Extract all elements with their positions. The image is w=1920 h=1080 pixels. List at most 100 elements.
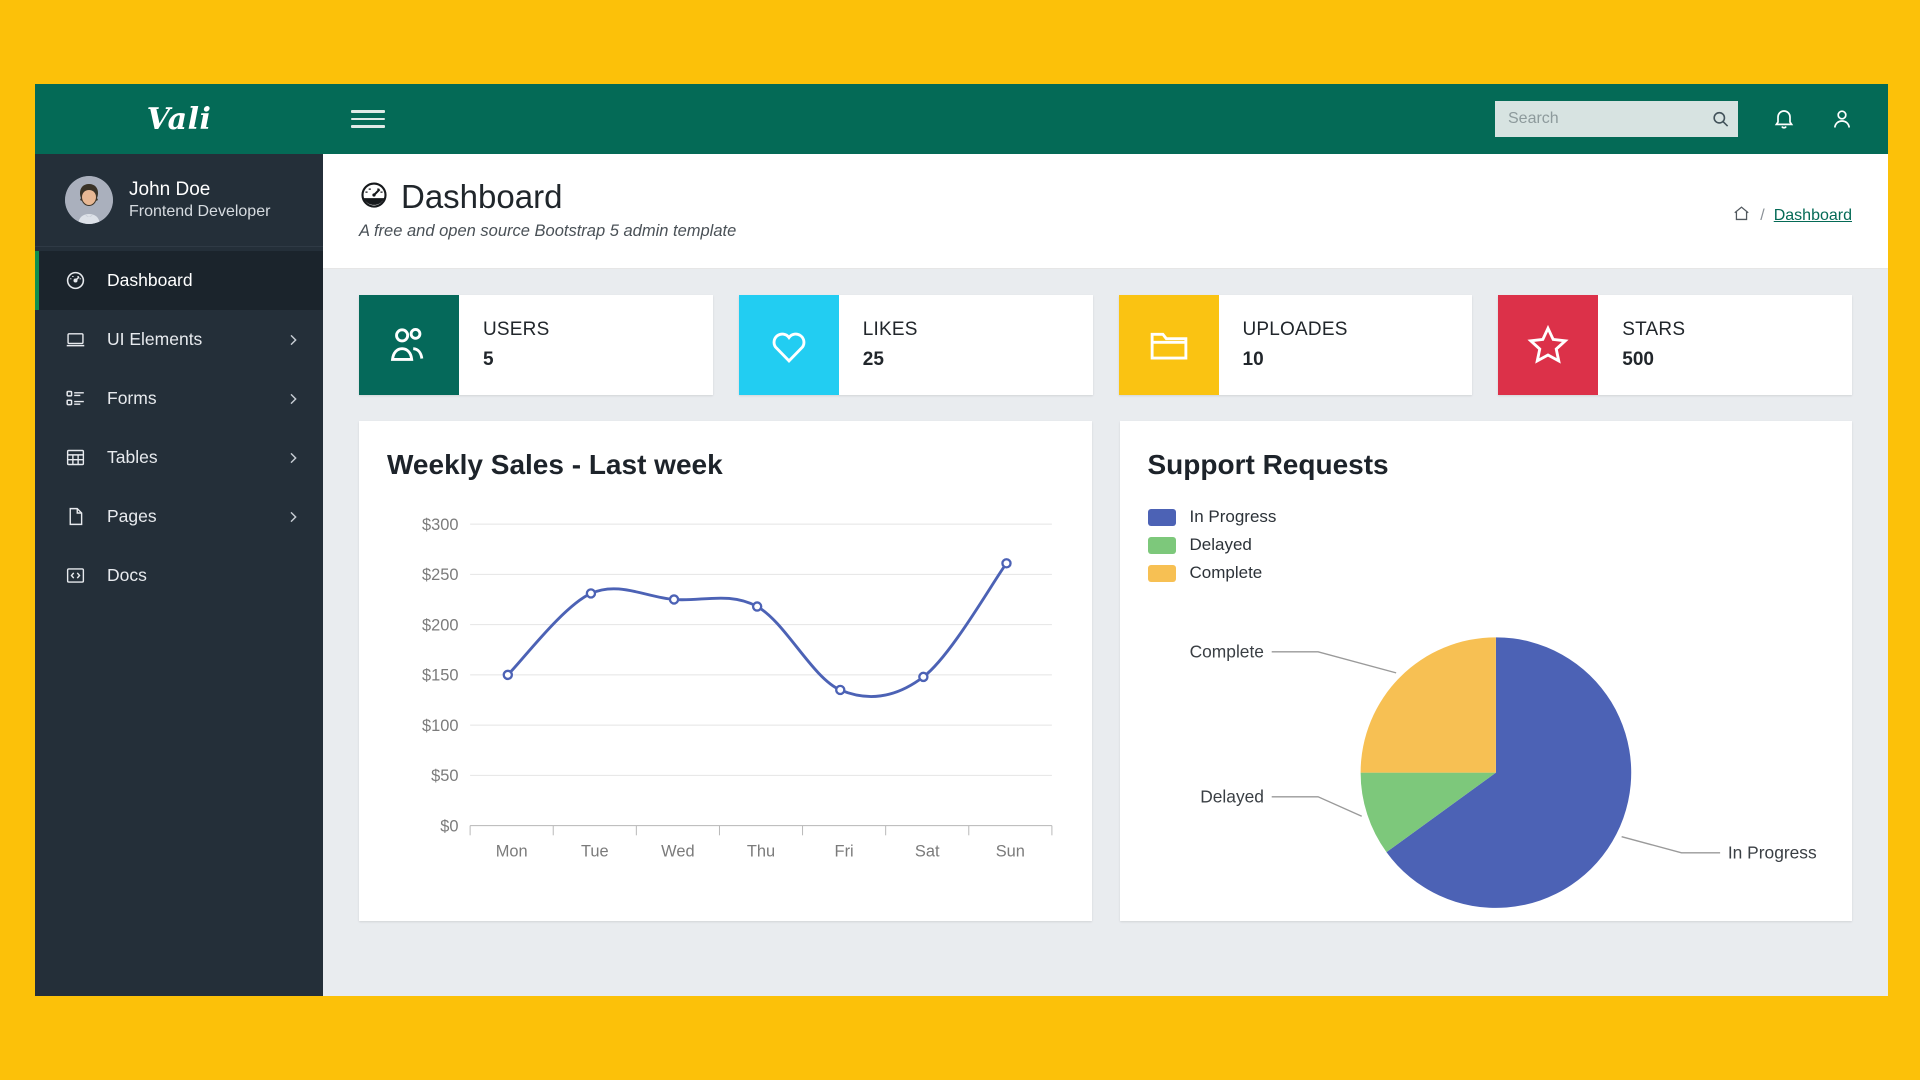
stat-card-stars[interactable]: STARS 500 bbox=[1498, 295, 1852, 395]
search-box bbox=[1495, 101, 1738, 137]
x-axis-tick-label: Sat bbox=[915, 843, 940, 861]
line-data-point[interactable] bbox=[918, 671, 929, 683]
page-subtitle: A free and open source Bootstrap 5 admin… bbox=[359, 222, 737, 240]
sidebar-user-profile[interactable]: John Doe Frontend Developer bbox=[35, 154, 323, 247]
sidebar-nav: Dashboard UI Elements Forms Tables Pages… bbox=[35, 247, 323, 605]
pie-leader-line bbox=[1620, 836, 1720, 854]
line-chart-svg: $0 $50 $100 $150 $200 $250 $300 Mon Tue Wed Thu Fri… bbox=[422, 516, 1053, 861]
y-axis-tick-label: $50 bbox=[431, 767, 458, 785]
breadcrumb: / Dashboard bbox=[1732, 178, 1852, 228]
page-title-row: Dashboard bbox=[359, 178, 736, 216]
legend-swatch bbox=[1147, 536, 1176, 554]
speedometer-icon bbox=[359, 180, 389, 215]
brand-logo[interactable]: Vali bbox=[35, 84, 323, 154]
stat-value: 5 bbox=[483, 349, 494, 370]
sidebar-item-label: Pages bbox=[107, 506, 157, 526]
x-axis-tick-label: Mon bbox=[496, 843, 528, 861]
y-axis-tick-label: $200 bbox=[422, 616, 459, 634]
stat-card-users[interactable]: USERS 5 bbox=[359, 295, 713, 395]
sidebar-item-label: Dashboard bbox=[107, 270, 193, 290]
content-area: USERS 5 LIKES 25 UPLOADES 10 STARS 500 W… bbox=[323, 269, 1888, 996]
hamburger-bar bbox=[351, 110, 385, 113]
legend-item[interactable]: In Progress bbox=[1147, 507, 1825, 527]
stat-value: 10 bbox=[1242, 349, 1264, 370]
breadcrumb-separator: / bbox=[1760, 207, 1765, 224]
chevron-right-icon[interactable] bbox=[285, 450, 301, 466]
user-avatar-photo-icon bbox=[65, 176, 113, 224]
sidebar-item-label: Forms bbox=[107, 388, 157, 408]
y-axis-tick-label: $0 bbox=[440, 817, 458, 835]
home-icon[interactable] bbox=[1732, 204, 1751, 228]
y-axis-tick-label: $100 bbox=[422, 717, 459, 735]
x-axis-tick-label: Sun bbox=[996, 843, 1025, 861]
chevron-right-icon[interactable] bbox=[285, 391, 301, 407]
y-axis-tick-label: $250 bbox=[422, 566, 459, 584]
line-data-point[interactable] bbox=[751, 601, 763, 612]
breadcrumb-current[interactable]: Dashboard bbox=[1774, 207, 1852, 225]
chevron-right-icon[interactable] bbox=[285, 509, 301, 525]
sidebar: Vali John Doe Frontend Developer Dashboa… bbox=[35, 84, 323, 996]
hamburger-icon[interactable] bbox=[351, 102, 385, 136]
app-window: Vali John Doe Frontend Developer Dashboa… bbox=[35, 84, 1888, 996]
search-input[interactable] bbox=[1495, 101, 1738, 137]
pie-chart: In Progress Delayed Complete bbox=[1148, 601, 1825, 944]
y-axis-tick-label: $150 bbox=[422, 667, 459, 685]
code-brackets-icon bbox=[65, 565, 91, 586]
line-data-point[interactable] bbox=[585, 588, 597, 599]
file-icon bbox=[65, 506, 91, 527]
x-axis-tick-label: Wed bbox=[661, 843, 694, 861]
avatar bbox=[65, 176, 113, 224]
search-icon[interactable] bbox=[1711, 110, 1730, 129]
main-area: Dashboard A free and open source Bootstr… bbox=[323, 84, 1888, 996]
line-data-point[interactable] bbox=[502, 669, 514, 681]
star-icon bbox=[1498, 295, 1599, 395]
x-axis-tick-label: Thu bbox=[747, 843, 775, 861]
line-data-point[interactable] bbox=[1001, 558, 1012, 569]
stat-card-uploads[interactable]: UPLOADES 10 bbox=[1118, 295, 1473, 395]
topbar bbox=[323, 84, 1888, 154]
legend-item[interactable]: Delayed bbox=[1147, 535, 1825, 555]
sidebar-item-tables[interactable]: Tables bbox=[35, 428, 323, 487]
sidebar-item-dashboard[interactable]: Dashboard bbox=[35, 251, 323, 310]
stat-card-likes[interactable]: LIKES 25 bbox=[738, 295, 1093, 395]
legend-swatch bbox=[1147, 508, 1176, 526]
page-header-text: Dashboard A free and open source Bootstr… bbox=[359, 178, 736, 241]
user-icon[interactable] bbox=[1830, 107, 1854, 131]
pie-legend: In Progress Delayed Complete bbox=[1147, 507, 1825, 583]
folder-icon bbox=[1118, 295, 1219, 395]
sidebar-item-docs[interactable]: Docs bbox=[35, 546, 323, 605]
legend-label: In Progress bbox=[1189, 507, 1277, 526]
sidebar-item-ui-elements[interactable]: UI Elements bbox=[35, 310, 323, 369]
panel-weekly-sales: Weekly Sales - Last week $0 $50 $100 $150 $2… bbox=[359, 421, 1092, 921]
bell-icon[interactable] bbox=[1772, 107, 1796, 131]
legend-label: Complete bbox=[1189, 563, 1263, 582]
panels: Weekly Sales - Last week $0 $50 $100 $150 $2… bbox=[359, 421, 1852, 921]
panel-title: Weekly Sales - Last week bbox=[387, 449, 723, 480]
pie-leader-line bbox=[1271, 796, 1362, 817]
sidebar-item-pages[interactable]: Pages bbox=[35, 487, 323, 546]
pie-leader-line bbox=[1271, 651, 1396, 674]
sidebar-item-label: Tables bbox=[107, 447, 158, 467]
pie-slice-label: Delayed bbox=[1200, 787, 1264, 807]
panel-support-requests: Support Requests In Progress Delayed Com… bbox=[1119, 421, 1852, 921]
legend-item[interactable]: Complete bbox=[1147, 563, 1825, 583]
stat-label: UPLOADES bbox=[1242, 319, 1348, 340]
sidebar-item-label: UI Elements bbox=[107, 329, 203, 349]
legend-swatch bbox=[1147, 564, 1176, 582]
legend-label: Delayed bbox=[1189, 535, 1252, 554]
chevron-right-icon[interactable] bbox=[285, 332, 301, 348]
sidebar-item-forms[interactable]: Forms bbox=[35, 369, 323, 428]
x-axis-tick-label: Tue bbox=[581, 843, 609, 861]
pie-slice[interactable] bbox=[1360, 637, 1496, 773]
stat-label: USERS bbox=[483, 319, 550, 340]
laptop-icon bbox=[65, 329, 91, 350]
speedometer-icon bbox=[65, 270, 91, 291]
line-data-point[interactable] bbox=[835, 684, 846, 696]
line-data-point[interactable] bbox=[668, 594, 680, 605]
line-series-path bbox=[506, 561, 1008, 698]
y-axis-tick-label: $300 bbox=[422, 516, 459, 534]
stat-value: 25 bbox=[862, 349, 884, 370]
hamburger-bar bbox=[351, 125, 385, 128]
profile-name: John Doe bbox=[129, 179, 211, 200]
stat-label: LIKES bbox=[862, 319, 918, 340]
